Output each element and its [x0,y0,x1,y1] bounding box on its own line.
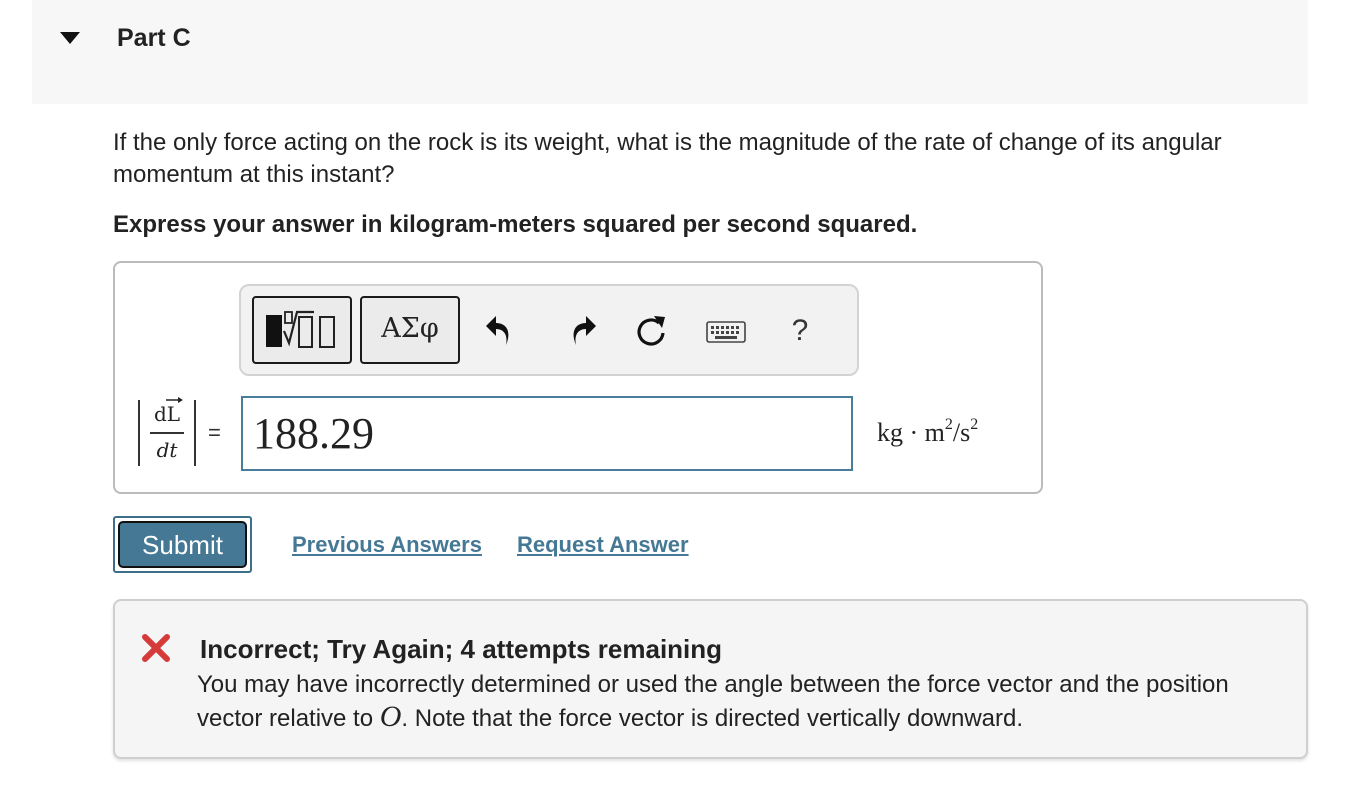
derivative-expression: dL dt [138,397,198,468]
feedback-text: You may have incorrectly determined or u… [197,671,1229,733]
answer-input[interactable]: 188.29 [241,396,853,471]
abs-bar-right [194,400,196,466]
fraction-line [150,432,184,434]
help-icon[interactable]: ? [780,309,820,353]
abs-bar-left [138,400,140,466]
keyboard-icon[interactable] [704,309,748,353]
symbols-label: ΑΣφ [381,313,439,344]
templates-icon [266,310,335,348]
previous-answers-link[interactable]: Previous Answers [292,532,482,558]
templates-button[interactable] [252,296,352,364]
page: Part C If the only force acting on the r… [0,0,1353,802]
redo-icon[interactable] [560,309,600,353]
feedback-title: Incorrect; Try Again; 4 attempts remaini… [200,634,723,664]
variable-o: O [379,700,402,733]
caret-down-icon[interactable] [58,30,82,46]
submit-button[interactable]: Submit [113,516,252,573]
fraction-denominator: dt [156,438,178,462]
question-text: If the only force acting on the rock is … [113,129,1222,188]
reset-icon[interactable] [631,309,671,353]
submit-label: Submit [118,521,247,568]
incorrect-x-icon [142,634,170,662]
part-header[interactable] [32,0,1308,104]
symbols-button[interactable]: ΑΣφ [360,296,460,364]
answer-instruction: Express your answer in kilogram-meters s… [113,211,918,238]
vector-arrow-icon [166,397,183,403]
equals-sign: = [208,420,221,445]
request-answer-link[interactable]: Request Answer [517,532,689,558]
fraction-numerator: dL [150,397,184,426]
undo-icon[interactable] [482,309,522,353]
part-title: Part C [117,24,191,52]
answer-units: kg · m2/s2 [877,416,979,447]
